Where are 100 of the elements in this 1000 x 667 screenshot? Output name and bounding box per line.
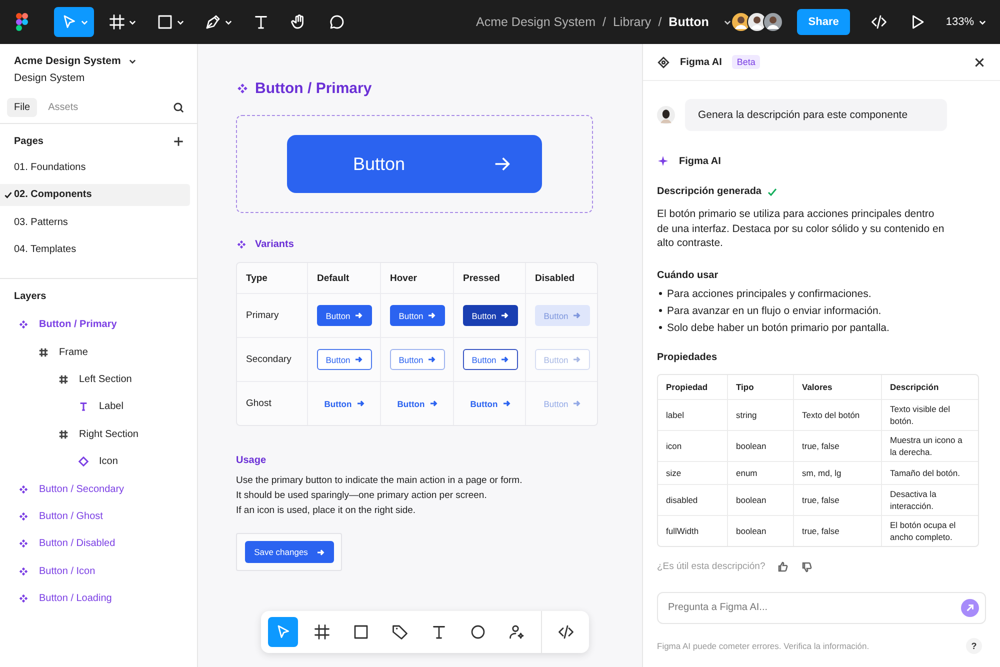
- table-cell: boolean: [727, 430, 793, 461]
- variant-button[interactable]: Button: [463, 305, 518, 326]
- save-button[interactable]: Save changes: [245, 541, 334, 563]
- layer-item[interactable]: Button / Loading: [0, 584, 197, 612]
- column-header: Valores: [793, 374, 881, 399]
- variant-button[interactable]: Button: [390, 305, 445, 326]
- column-header: Default: [307, 263, 380, 293]
- page-item[interactable]: 03. Patterns: [0, 211, 190, 233]
- layer-item[interactable]: Button / Primary: [0, 311, 197, 338]
- frame-icon: [38, 346, 49, 358]
- arrow-icon: [572, 399, 582, 408]
- panel-title: Figma AI: [680, 56, 722, 68]
- layer-item[interactable]: Button / Disabled: [0, 530, 197, 558]
- variant-button[interactable]: Button: [317, 349, 372, 370]
- send-icon[interactable]: [961, 598, 979, 617]
- component-icon: [18, 566, 29, 577]
- variant-button[interactable]: Button: [390, 349, 445, 370]
- pen-icon: [204, 13, 222, 31]
- bullet-text: Para avanzar en un flujo o enviar información.: [667, 304, 882, 317]
- primary-button[interactable]: Button: [287, 135, 542, 193]
- diamond-icon: [657, 56, 670, 68]
- arrow-icon: [500, 311, 510, 320]
- layer-item[interactable]: Label: [0, 393, 197, 421]
- beta-badge: Beta: [732, 55, 760, 69]
- page-item[interactable]: 02. Components: [0, 184, 190, 206]
- table-cell-text: label: [665, 408, 685, 422]
- sidebar-tab[interactable]: Assets: [41, 98, 86, 117]
- ask-field[interactable]: Pregunta a Figma AI...: [657, 592, 986, 624]
- avatar: [657, 106, 675, 124]
- breadcrumb-item[interactable]: Acme Design System: [476, 15, 596, 29]
- frame-icon: [108, 13, 126, 31]
- column-header: Tipo: [727, 374, 793, 399]
- frame-icon: [313, 623, 331, 641]
- section-heading: Variants: [255, 239, 294, 250]
- project-name[interactable]: Acme Design System: [14, 55, 121, 67]
- layer-item[interactable]: Right Section: [0, 420, 197, 448]
- check-icon: [767, 186, 778, 196]
- layer-item[interactable]: Button / Icon: [0, 558, 197, 585]
- component-icon: [236, 82, 249, 95]
- plus-icon[interactable]: [172, 134, 185, 148]
- table-cell: sm, md, lg: [793, 462, 881, 484]
- caret-icon: [128, 58, 136, 64]
- variant-button[interactable]: Button: [317, 393, 372, 414]
- section-heading: Propiedades: [657, 352, 718, 363]
- layer-item[interactable]: Left Section: [0, 366, 197, 394]
- column-header: Descripción: [881, 374, 978, 399]
- thumbs-up-icon[interactable]: [777, 560, 790, 573]
- breadcrumb-item[interactable]: Library: [612, 15, 652, 29]
- speech-bubble-icon: [328, 13, 346, 31]
- section-heading: Usage: [236, 455, 268, 466]
- result-heading: Descripción generada: [657, 186, 762, 197]
- section-heading: Cuándo usar: [657, 270, 720, 281]
- thumbs-down-icon[interactable]: [801, 560, 814, 573]
- table-cell: Texto visible del botón.: [881, 400, 978, 430]
- arrow-icon: [428, 399, 438, 408]
- code-icon: [557, 623, 575, 641]
- check-icon: [4, 190, 12, 198]
- arrow-icon: [427, 355, 436, 364]
- code-icon[interactable]: [870, 13, 888, 31]
- prompt-message: Genera la descripción para este componente: [685, 99, 947, 131]
- close-icon[interactable]: [973, 56, 986, 68]
- page-item[interactable]: 04. Templates: [0, 238, 190, 260]
- page-item[interactable]: 01. Foundations: [0, 156, 190, 178]
- caret-icon: [129, 20, 136, 24]
- search-icon[interactable]: [172, 101, 185, 114]
- layer-item[interactable]: Frame: [0, 338, 197, 366]
- usage-text: It should be used sparingly—one primary action per screen.: [236, 490, 488, 501]
- table-cell-text: icon: [665, 440, 683, 453]
- person-icon: [508, 623, 526, 641]
- arrow-icon: [356, 399, 365, 408]
- caret-icon: [225, 20, 232, 24]
- variant-button[interactable]: Button: [463, 393, 518, 414]
- layer-item[interactable]: Button / Ghost: [0, 502, 197, 530]
- variant-button[interactable]: Button: [317, 305, 372, 326]
- text-icon: [78, 401, 89, 412]
- table-cell: boolean: [727, 516, 793, 546]
- arrow-icon: [502, 399, 511, 408]
- layer-item[interactable]: Icon: [0, 448, 197, 476]
- variant-button[interactable]: Button: [390, 393, 445, 414]
- zoom-dropdown[interactable]: 133%: [946, 16, 986, 28]
- arrow-icon: [500, 355, 510, 364]
- table-cell: Desactiva la interacción.: [881, 484, 978, 515]
- component-icon: [18, 319, 29, 330]
- diamond-icon: [78, 456, 89, 468]
- tag-icon: [391, 623, 409, 641]
- section-title: Layers: [14, 290, 46, 302]
- text-icon: [252, 13, 270, 31]
- help-button[interactable]: ?: [966, 638, 982, 654]
- table-cell: true, false: [793, 484, 881, 515]
- variant-button[interactable]: Button: [463, 349, 518, 370]
- layer-item[interactable]: Button / Secondary: [0, 475, 197, 503]
- sidebar-tab[interactable]: File: [7, 98, 38, 117]
- breadcrumb-item[interactable]: Button: [668, 15, 709, 29]
- share-button[interactable]: Share: [797, 9, 850, 35]
- component-icon: [18, 538, 29, 550]
- component-title: Button / Primary: [255, 80, 372, 97]
- breadcrumb-separator: /: [602, 15, 606, 29]
- description-text: El botón primario se utiliza para acciones principales dentro de una interfaz. Destaca por su color sólido y su contenido en alto contraste.: [657, 207, 946, 251]
- text-icon: [430, 623, 448, 641]
- project-subtitle: Design System: [14, 72, 86, 84]
